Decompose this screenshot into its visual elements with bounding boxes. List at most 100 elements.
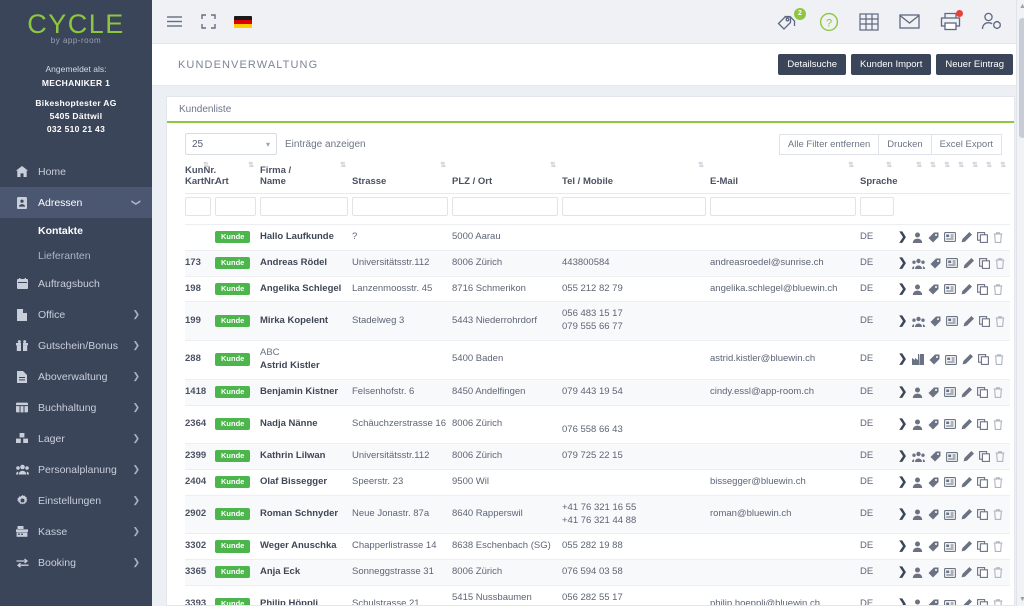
tag-icon[interactable] <box>928 567 939 578</box>
cell-actions[interactable]: ❯ <box>898 495 1010 535</box>
cell-actions[interactable]: ❯ <box>898 469 1010 496</box>
customer-type-icon[interactable] <box>912 354 925 366</box>
sidebar-item-aboverwaltung[interactable]: Aboverwaltung ❯ <box>0 361 152 392</box>
sort-icon[interactable]: ⇅ <box>972 162 978 169</box>
copy-icon[interactable] <box>977 567 989 579</box>
card-icon[interactable] <box>944 599 957 605</box>
tab-kundenliste[interactable]: Kundenliste <box>179 104 231 115</box>
tag-icon[interactable] <box>928 509 939 520</box>
scrollbar-thumb[interactable] <box>1019 18 1024 138</box>
sort-icon[interactable]: ⇅ <box>944 162 950 169</box>
neuer-eintrag-button[interactable]: Neuer Eintrag <box>936 54 1013 75</box>
table-row[interactable]: Kunde Hallo Laufkunde? 5000 Aarau DE ❯ <box>185 224 1010 251</box>
copy-icon[interactable] <box>979 451 991 462</box>
copy-icon[interactable] <box>977 541 989 553</box>
filter-input-name[interactable] <box>260 197 348 216</box>
pencil-icon[interactable] <box>963 315 975 327</box>
column-header-strasse[interactable]: Strasse ⇅ <box>352 161 452 194</box>
pencil-icon[interactable] <box>961 283 973 295</box>
sidebar-item-buchhaltung[interactable]: Buchhaltung ❯ <box>0 392 152 423</box>
customer-type-icon[interactable] <box>912 419 923 430</box>
tags-icon[interactable]: 2 <box>777 7 806 31</box>
trash-icon[interactable] <box>995 257 1005 269</box>
filter-input-kartnr-[interactable] <box>185 197 211 216</box>
cell-actions[interactable]: ❯ <box>898 276 1010 303</box>
tag-icon[interactable] <box>929 354 940 365</box>
chevron-right-icon[interactable]: ❯ <box>898 231 907 243</box>
chevron-right-icon[interactable]: ❯ <box>898 257 907 269</box>
tag-icon[interactable] <box>928 541 939 552</box>
trash-icon[interactable] <box>994 354 1004 366</box>
table-row[interactable]: 199 Kunde Mirka Kopelent Stadelweg 3 5443 Ni… <box>185 301 1010 342</box>
sidebar-item-kasse[interactable]: Kasse ❯ <box>0 516 152 547</box>
column-header-e-mail[interactable]: E-Mail ⇅ <box>710 161 860 194</box>
trash-icon[interactable] <box>993 567 1003 579</box>
filter-input-tel-mobile[interactable] <box>562 197 706 216</box>
hamburger-icon[interactable] <box>166 15 183 28</box>
cell-actions[interactable]: ❯ <box>898 250 1010 277</box>
sort-icon[interactable]: ⇅ <box>886 162 892 169</box>
customer-type-icon[interactable] <box>912 599 923 605</box>
table-row[interactable]: 2399 Kunde Kathrin Lilwan Universitätsstr.1… <box>185 443 1010 470</box>
sidebar-item-auftragsbuch[interactable]: Auftragsbuch <box>0 268 152 299</box>
chevron-right-icon[interactable]: ❯ <box>898 354 907 365</box>
filter-input-e-mail[interactable] <box>710 197 856 216</box>
card-icon[interactable] <box>944 567 957 578</box>
pencil-icon[interactable] <box>961 541 973 552</box>
excel-export-button[interactable]: Excel Export <box>930 133 1002 155</box>
chevron-right-icon[interactable]: ❯ <box>898 599 907 605</box>
trash-icon[interactable] <box>993 599 1003 605</box>
customer-type-icon[interactable] <box>912 258 926 269</box>
pencil-icon[interactable] <box>963 257 975 269</box>
cell-actions[interactable]: ❯ <box>898 585 1010 605</box>
page-scrollbar[interactable]: ▲ ▼ <box>1016 0 1024 606</box>
customer-type-icon[interactable] <box>912 541 923 553</box>
help-icon[interactable]: ? <box>819 12 839 32</box>
pencil-icon[interactable] <box>961 476 973 488</box>
chevron-right-icon[interactable]: ❯ <box>898 541 907 552</box>
column-header-art[interactable]: Art ⇅ <box>215 161 260 194</box>
cell-actions[interactable]: ❯ <box>898 379 1010 406</box>
german-flag-icon[interactable] <box>234 15 252 28</box>
trash-icon[interactable] <box>993 232 1003 243</box>
column-header-actions[interactable]: ⇅ ⇅ ⇅ ⇅ ⇅ ⇅ ⇅ <box>898 161 1010 194</box>
filter-input-sprache[interactable] <box>860 197 894 216</box>
card-icon[interactable] <box>944 509 957 520</box>
pencil-icon[interactable] <box>961 386 973 398</box>
trash-icon[interactable] <box>993 509 1003 521</box>
copy-icon[interactable] <box>977 476 989 488</box>
sidebar-item-office[interactable]: Office ❯ <box>0 299 152 330</box>
grid-icon[interactable] <box>859 12 879 31</box>
chevron-right-icon[interactable]: ❯ <box>898 386 907 398</box>
pencil-icon[interactable] <box>961 509 973 520</box>
copy-icon[interactable] <box>979 257 991 269</box>
sort-icon[interactable]: ⇅ <box>550 162 556 169</box>
chevron-right-icon[interactable]: ❯ <box>898 509 907 520</box>
chevron-right-icon[interactable]: ❯ <box>898 283 907 295</box>
sidebar-subitem-kontakte[interactable]: Kontakte <box>0 218 152 243</box>
sidebar-item-lager[interactable]: Lager ❯ <box>0 423 152 454</box>
cell-actions[interactable]: ❯ <box>898 559 1010 586</box>
trash-icon[interactable] <box>995 316 1005 327</box>
trash-icon[interactable] <box>993 386 1003 398</box>
fullscreen-icon[interactable] <box>201 14 216 29</box>
chevron-right-icon[interactable]: ❯ <box>898 567 907 578</box>
trash-icon[interactable] <box>995 451 1005 462</box>
column-header-sprache[interactable]: Sprache ⇅ <box>860 161 898 194</box>
table-row[interactable]: 2364 Kunde Nadja Nänne Schäuchzerstrasse 16… <box>185 405 1010 445</box>
sort-icon[interactable]: ⇅ <box>340 162 346 169</box>
cell-actions[interactable]: ❯ <box>898 301 1010 342</box>
pencil-icon[interactable] <box>962 354 974 365</box>
table-row[interactable]: 3302 Kunde Weger Anuschka Chapperlistrasse … <box>185 533 1010 561</box>
tag-icon[interactable] <box>928 387 939 398</box>
chevron-right-icon[interactable]: ❯ <box>898 315 907 327</box>
card-icon[interactable] <box>946 258 959 269</box>
card-icon[interactable] <box>946 316 959 327</box>
cell-actions[interactable]: ❯ <box>898 224 1010 251</box>
sidebar-item-home[interactable]: Home <box>0 156 152 187</box>
table-row[interactable]: 173 Kunde Andreas Rödel Universitätsstr.112… <box>185 250 1010 277</box>
column-header-name[interactable]: Firma / Name ⇅ <box>260 161 352 194</box>
printer-icon[interactable] <box>940 10 963 31</box>
pencil-icon[interactable] <box>961 599 973 605</box>
alle-filter-entfernen-button[interactable]: Alle Filter entfernen <box>778 133 880 155</box>
